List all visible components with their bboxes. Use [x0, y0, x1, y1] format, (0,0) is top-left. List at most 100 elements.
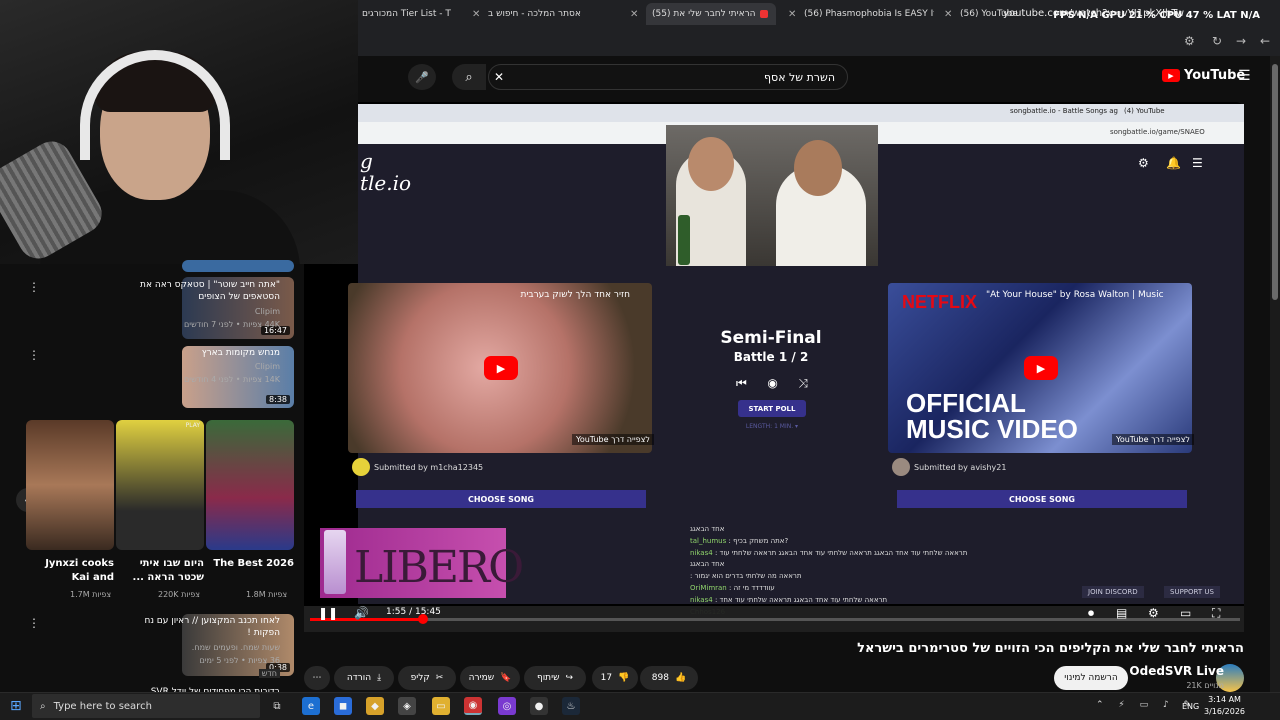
- steam-icon[interactable]: ♨: [562, 697, 580, 715]
- subscribe-button[interactable]: הרשמה למינוי: [1054, 666, 1128, 690]
- submitter-text: Submitted by avishy21: [914, 462, 1007, 472]
- browser-tab-active[interactable]: (55) הראיתי לחבר שלי את: [646, 3, 776, 25]
- channel-name[interactable]: Clipim: [255, 307, 280, 316]
- more-actions-icon[interactable]: ⋯: [304, 666, 330, 690]
- video-title[interactable]: מנחש מקומות בארץ: [130, 347, 280, 359]
- headset: [80, 50, 230, 160]
- volume-icon[interactable]: 🔊: [354, 606, 369, 620]
- progress-bar[interactable]: [310, 618, 1240, 621]
- theater-mode-icon[interactable]: ▭: [1180, 606, 1191, 620]
- official-music-video-text: OFFICIAL MUSIC VIDEO: [906, 388, 1078, 444]
- more-options-icon[interactable]: ⋮: [28, 348, 40, 362]
- reload-icon[interactable]: ↻: [1212, 34, 1222, 48]
- clock-time: 3:14 AM: [1208, 695, 1241, 704]
- url-text[interactable]: youtube.com/watch?v=vYJ1pkXJhTw: [1003, 8, 1184, 19]
- tab-close-icon[interactable]: ✕: [630, 5, 644, 23]
- save-button[interactable]: שמירה 🔖: [460, 666, 520, 690]
- chat-message: : תראאה מה שלחתי בדרים הוא יגמור: [690, 571, 1010, 583]
- streamer-webcam: [0, 0, 358, 264]
- more-options-icon[interactable]: ⋮: [28, 280, 40, 294]
- clip-button[interactable]: קליפ ✂: [398, 666, 456, 690]
- avatar: [352, 458, 370, 476]
- store-icon[interactable]: ◼: [334, 697, 352, 715]
- youtube-watermark: YouTube לצפייה דרך: [572, 434, 654, 445]
- person-head: [688, 137, 734, 191]
- search-icon[interactable]: ⌕: [452, 64, 486, 90]
- short-title[interactable]: The Best 2026: [206, 557, 294, 571]
- video-title[interactable]: "אתה חייב שוטר" | סטאקס ראה את הסטאפים ש…: [130, 279, 280, 303]
- short-thumbnail[interactable]: [206, 420, 294, 550]
- folder-icon[interactable]: ▭: [432, 697, 450, 715]
- channel-name[interactable]: OdedSVR Live: [1129, 664, 1224, 678]
- voice-search-icon[interactable]: 🎤: [408, 64, 436, 90]
- clear-search-icon[interactable]: ✕: [494, 70, 504, 84]
- video-thumbnail[interactable]: [182, 260, 294, 272]
- clock[interactable]: 3:14 AM 3/16/2026: [1204, 694, 1245, 718]
- chat-text: : עוודדדד מי זה: [728, 583, 775, 592]
- fullscreen-icon[interactable]: ⛶: [1212, 606, 1220, 621]
- settings-icon: ⚙: [1138, 156, 1149, 170]
- chrome-icon[interactable]: ◉: [464, 697, 482, 715]
- tab-close-icon[interactable]: ✕: [944, 5, 958, 23]
- youtube-logo[interactable]: ▶ YouTube: [1162, 68, 1245, 83]
- dislike-button[interactable]: 17 👎: [592, 666, 638, 690]
- browser-tab[interactable]: אסתר המלכה - חיפוש ב: [488, 5, 618, 23]
- language-indicator[interactable]: ENG: [1182, 702, 1199, 711]
- search-icon: ⌕: [40, 700, 46, 712]
- short-title[interactable]: Jynxzi cooks Kai and: [26, 557, 114, 585]
- app-icon[interactable]: ◈: [398, 697, 416, 715]
- clock-date: 3/16/2026: [1204, 707, 1246, 716]
- chat-message: nikas4 : תראאה שלחתי עוד אחד הבאגג תראאה…: [690, 595, 1010, 607]
- channel-name[interactable]: שעות שמח. ופעמים שמח.: [192, 643, 280, 652]
- video-title[interactable]: לאחו תכנב המקצוען // ראיון עם נח הפקות !: [130, 615, 280, 639]
- task-view-icon[interactable]: ⧉: [268, 697, 286, 715]
- tab-label: (56) Phasmophobia Is EASY If Y: [804, 9, 934, 19]
- video-title: הראיתי לחבר שלי את הקליפים הכי הזויים של…: [857, 641, 1244, 656]
- more-options-icon[interactable]: ⋮: [28, 616, 40, 630]
- bell-icon: 🔔: [1166, 156, 1181, 170]
- address-bar: [358, 28, 1280, 56]
- tab-close-icon[interactable]: ✕: [788, 5, 802, 23]
- chat-text: : תראאה מה שלחתי בדרים הוא יגמור: [690, 572, 802, 581]
- left-video-title: חזיר אחד הלך לשוק בערבית: [520, 290, 630, 300]
- time-display: 1:55 / 15:45: [386, 607, 441, 617]
- menu-icon[interactable]: ☰: [1238, 68, 1251, 84]
- chat-text: : תראאה שלחתי עוד אחד הבאגג תראאה שלחתי …: [714, 595, 888, 604]
- settings-icon[interactable]: ⚙: [1148, 606, 1159, 620]
- chat-message: אחד הבאגג: [690, 524, 1010, 536]
- autoplay-toggle-icon[interactable]: ⏺: [1088, 606, 1094, 621]
- pause-icon[interactable]: ❚❚: [318, 606, 338, 620]
- app-icon[interactable]: ◆: [366, 697, 384, 715]
- taskbar-search[interactable]: ⌕ Type here to search: [32, 694, 260, 718]
- edge-icon[interactable]: e: [302, 697, 320, 715]
- short-thumbnail[interactable]: PLAY: [116, 420, 204, 550]
- choose-song-button: CHOOSE SONG: [356, 490, 646, 508]
- guest-webcam: [666, 125, 878, 266]
- video-meta: 36 צפיות • לפני 5 ימים: [199, 656, 280, 665]
- back-icon[interactable]: ←: [1260, 34, 1270, 48]
- tune-icon[interactable]: ⚙: [1184, 34, 1195, 48]
- share-button[interactable]: שיתוף ↪: [524, 666, 586, 690]
- logo-text: YouTube: [1184, 68, 1246, 83]
- save-label: שמירה: [468, 673, 495, 683]
- short-title[interactable]: היום שבו איתי שכטר הראה ...: [116, 557, 204, 585]
- start-poll-button: START POLL: [738, 400, 806, 417]
- scrollbar-thumb[interactable]: [1272, 64, 1278, 300]
- subtitles-icon[interactable]: ▤: [1116, 606, 1127, 620]
- obs-icon[interactable]: ●: [530, 697, 548, 715]
- play-icon: ▶: [1024, 356, 1058, 380]
- app-icon[interactable]: ◎: [498, 697, 516, 715]
- short-thumbnail[interactable]: [26, 420, 114, 550]
- bookmark-icon: 🔖: [500, 673, 512, 683]
- download-button[interactable]: הורדה ⤓: [334, 666, 394, 690]
- tab-close-icon[interactable]: ✕: [472, 5, 486, 23]
- browser-tab[interactable]: המכורגים Tier List - T: [362, 5, 454, 23]
- subscriber-count: 21K מנויים: [1186, 681, 1224, 690]
- chat-text: : תראאה שלחתי עוד אחד הבאגג תראאה שלחתי …: [714, 548, 968, 557]
- windows-start-icon[interactable]: ⊞: [10, 698, 22, 714]
- like-button[interactable]: 898 👍: [640, 666, 698, 690]
- forward-icon[interactable]: →: [1236, 34, 1246, 48]
- browser-tab[interactable]: (56) Phasmophobia Is EASY If Y: [804, 5, 934, 23]
- search-input[interactable]: השרת של אסף: [488, 64, 848, 90]
- channel-name[interactable]: Clipim: [255, 362, 280, 371]
